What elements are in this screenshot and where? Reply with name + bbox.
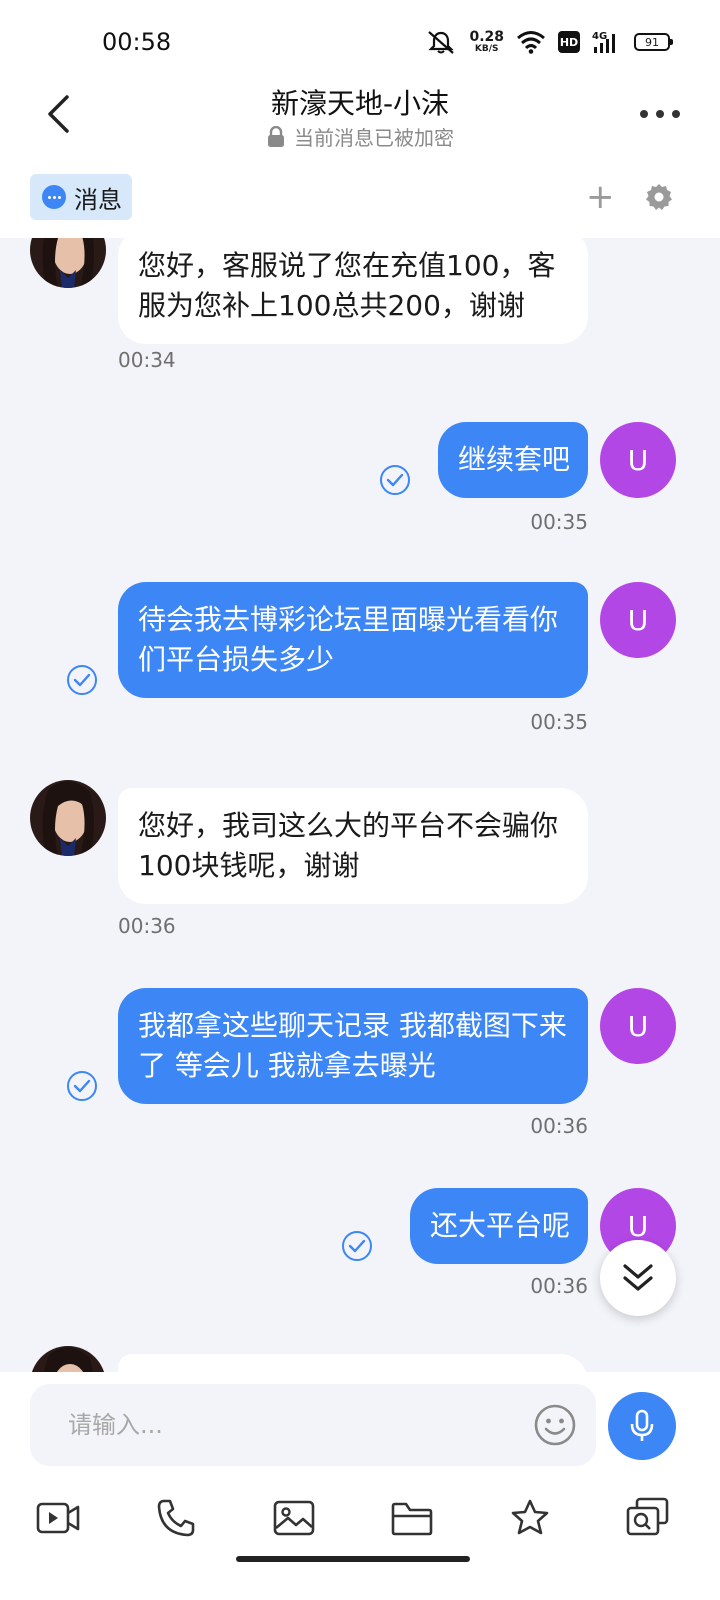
read-check-icon [67, 665, 97, 695]
hd-badge: HD [558, 31, 580, 53]
chat-header: 新濠天地-小沫 当前消息已被加密 [0, 80, 720, 160]
battery-level: 91 [645, 35, 659, 49]
agent-avatar[interactable] [30, 780, 106, 856]
status-bar: 00:58 0.28 KB/S HD 4G 91 [0, 0, 720, 80]
scroll-to-bottom-button[interactable] [600, 1240, 676, 1316]
message-time: 00:36 [118, 914, 176, 938]
message-bubble[interactable]: 继续套吧 [437, 422, 588, 498]
read-check-icon [67, 1071, 97, 1101]
search-card-button[interactable] [624, 1494, 672, 1542]
tab-messages-label: 消息 [74, 185, 122, 214]
home-indicator[interactable] [236, 1556, 470, 1562]
emoji-button[interactable] [532, 1402, 578, 1448]
battery-icon: 91 [634, 33, 673, 51]
user-avatar[interactable]: U [600, 422, 676, 498]
microphone-icon [630, 1409, 654, 1441]
message-outgoing: 我都拿这些聊天记录 我都截图下来了 等会儿 我就拿去曝光 U 00:36 [0, 986, 720, 1146]
more-options-button[interactable] [640, 102, 680, 126]
net-speed-unit: KB/S [474, 44, 499, 54]
video-icon [36, 1502, 80, 1534]
star-icon [511, 1499, 549, 1535]
message-incoming: 您好，我司这么大的平台不会骗你100块钱呢，谢谢 00:36 [0, 780, 720, 940]
message-bubble[interactable]: 您好，客服说了您在充值100，客服为您补上100总共200，谢谢 [118, 238, 588, 344]
chat-messages-area[interactable]: 您好，客服说了您在充值100，客服为您补上100总共200，谢谢 00:34 继… [0, 238, 720, 1372]
tabs-row: 消息 + [0, 160, 720, 238]
image-icon [273, 1500, 315, 1536]
wifi-icon [517, 31, 545, 54]
message-time: 00:36 [530, 1274, 588, 1298]
attachment-toolbar [0, 1490, 720, 1550]
message-input-box [30, 1384, 596, 1466]
agent-avatar[interactable] [30, 238, 106, 288]
message-bubble[interactable]: 您好，我司这么大的平台不会骗你100块钱呢，谢谢 [118, 788, 588, 904]
phone-icon [157, 1499, 195, 1537]
user-avatar[interactable]: U [600, 988, 676, 1064]
dot-icon [656, 110, 664, 118]
message-time: 00:35 [530, 510, 588, 534]
net-speed: 0.28 KB/S [469, 30, 504, 54]
message-time: 00:35 [530, 710, 588, 734]
dot-icon [672, 110, 680, 118]
folder-icon [391, 1502, 433, 1536]
dot-icon [640, 110, 648, 118]
voice-call-button[interactable] [152, 1494, 200, 1542]
settings-button[interactable] [644, 182, 674, 212]
mute-icon [428, 31, 455, 54]
message-bubble[interactable] [118, 1354, 588, 1372]
avatar-photo [30, 780, 106, 856]
user-avatar[interactable]: U [600, 582, 676, 658]
lock-icon [268, 125, 284, 147]
encryption-text: 当前消息已被加密 [294, 126, 454, 150]
input-area [0, 1372, 720, 1600]
message-input[interactable] [68, 1384, 508, 1466]
net-speed-value: 0.28 [469, 29, 504, 45]
tab-messages[interactable]: 消息 [30, 174, 132, 220]
message-bubble[interactable]: 待会我去博彩论坛里面曝光看看你们平台损失多少 [118, 582, 588, 698]
read-check-icon [380, 465, 410, 495]
emoji-icon [534, 1404, 576, 1446]
network-type: 4G [592, 31, 607, 42]
message-bubble[interactable]: 还大平台呢 [409, 1188, 588, 1264]
read-check-icon [342, 1231, 372, 1261]
status-time: 00:58 [102, 28, 172, 56]
agent-avatar[interactable] [30, 1346, 106, 1372]
favorites-button[interactable] [506, 1494, 554, 1542]
avatar-photo [30, 238, 106, 288]
video-call-button[interactable] [34, 1494, 82, 1542]
message-incoming: 您好，客服说了您在充值100，客服为您补上100总共200，谢谢 00:34 [0, 238, 720, 378]
voice-input-button[interactable] [608, 1392, 676, 1460]
send-file-button[interactable] [388, 1494, 436, 1542]
message-outgoing: 继续套吧 U 00:35 [0, 420, 720, 540]
message-time: 00:36 [530, 1114, 588, 1138]
signal-icon: 4G [592, 31, 615, 53]
encryption-notice: 当前消息已被加密 [0, 122, 720, 151]
gear-icon [646, 184, 672, 210]
message-incoming-partial [0, 1346, 720, 1372]
status-icons: 0.28 KB/S HD 4G 91 [425, 26, 673, 58]
double-chevron-down-icon [623, 1264, 653, 1291]
message-bubble[interactable]: 我都拿这些聊天记录 我都截图下来了 等会儿 我就拿去曝光 [118, 988, 588, 1104]
chat-title: 新濠天地-小沫 [270, 87, 450, 120]
message-time: 00:34 [118, 348, 176, 372]
message-outgoing: 待会我去博彩论坛里面曝光看看你们平台损失多少 U 00:35 [0, 580, 720, 740]
avatar-photo [30, 1346, 106, 1372]
chat-bubble-icon [42, 185, 66, 209]
send-image-button[interactable] [270, 1494, 318, 1542]
search-card-icon [626, 1497, 669, 1536]
add-tab-button[interactable]: + [586, 180, 615, 214]
